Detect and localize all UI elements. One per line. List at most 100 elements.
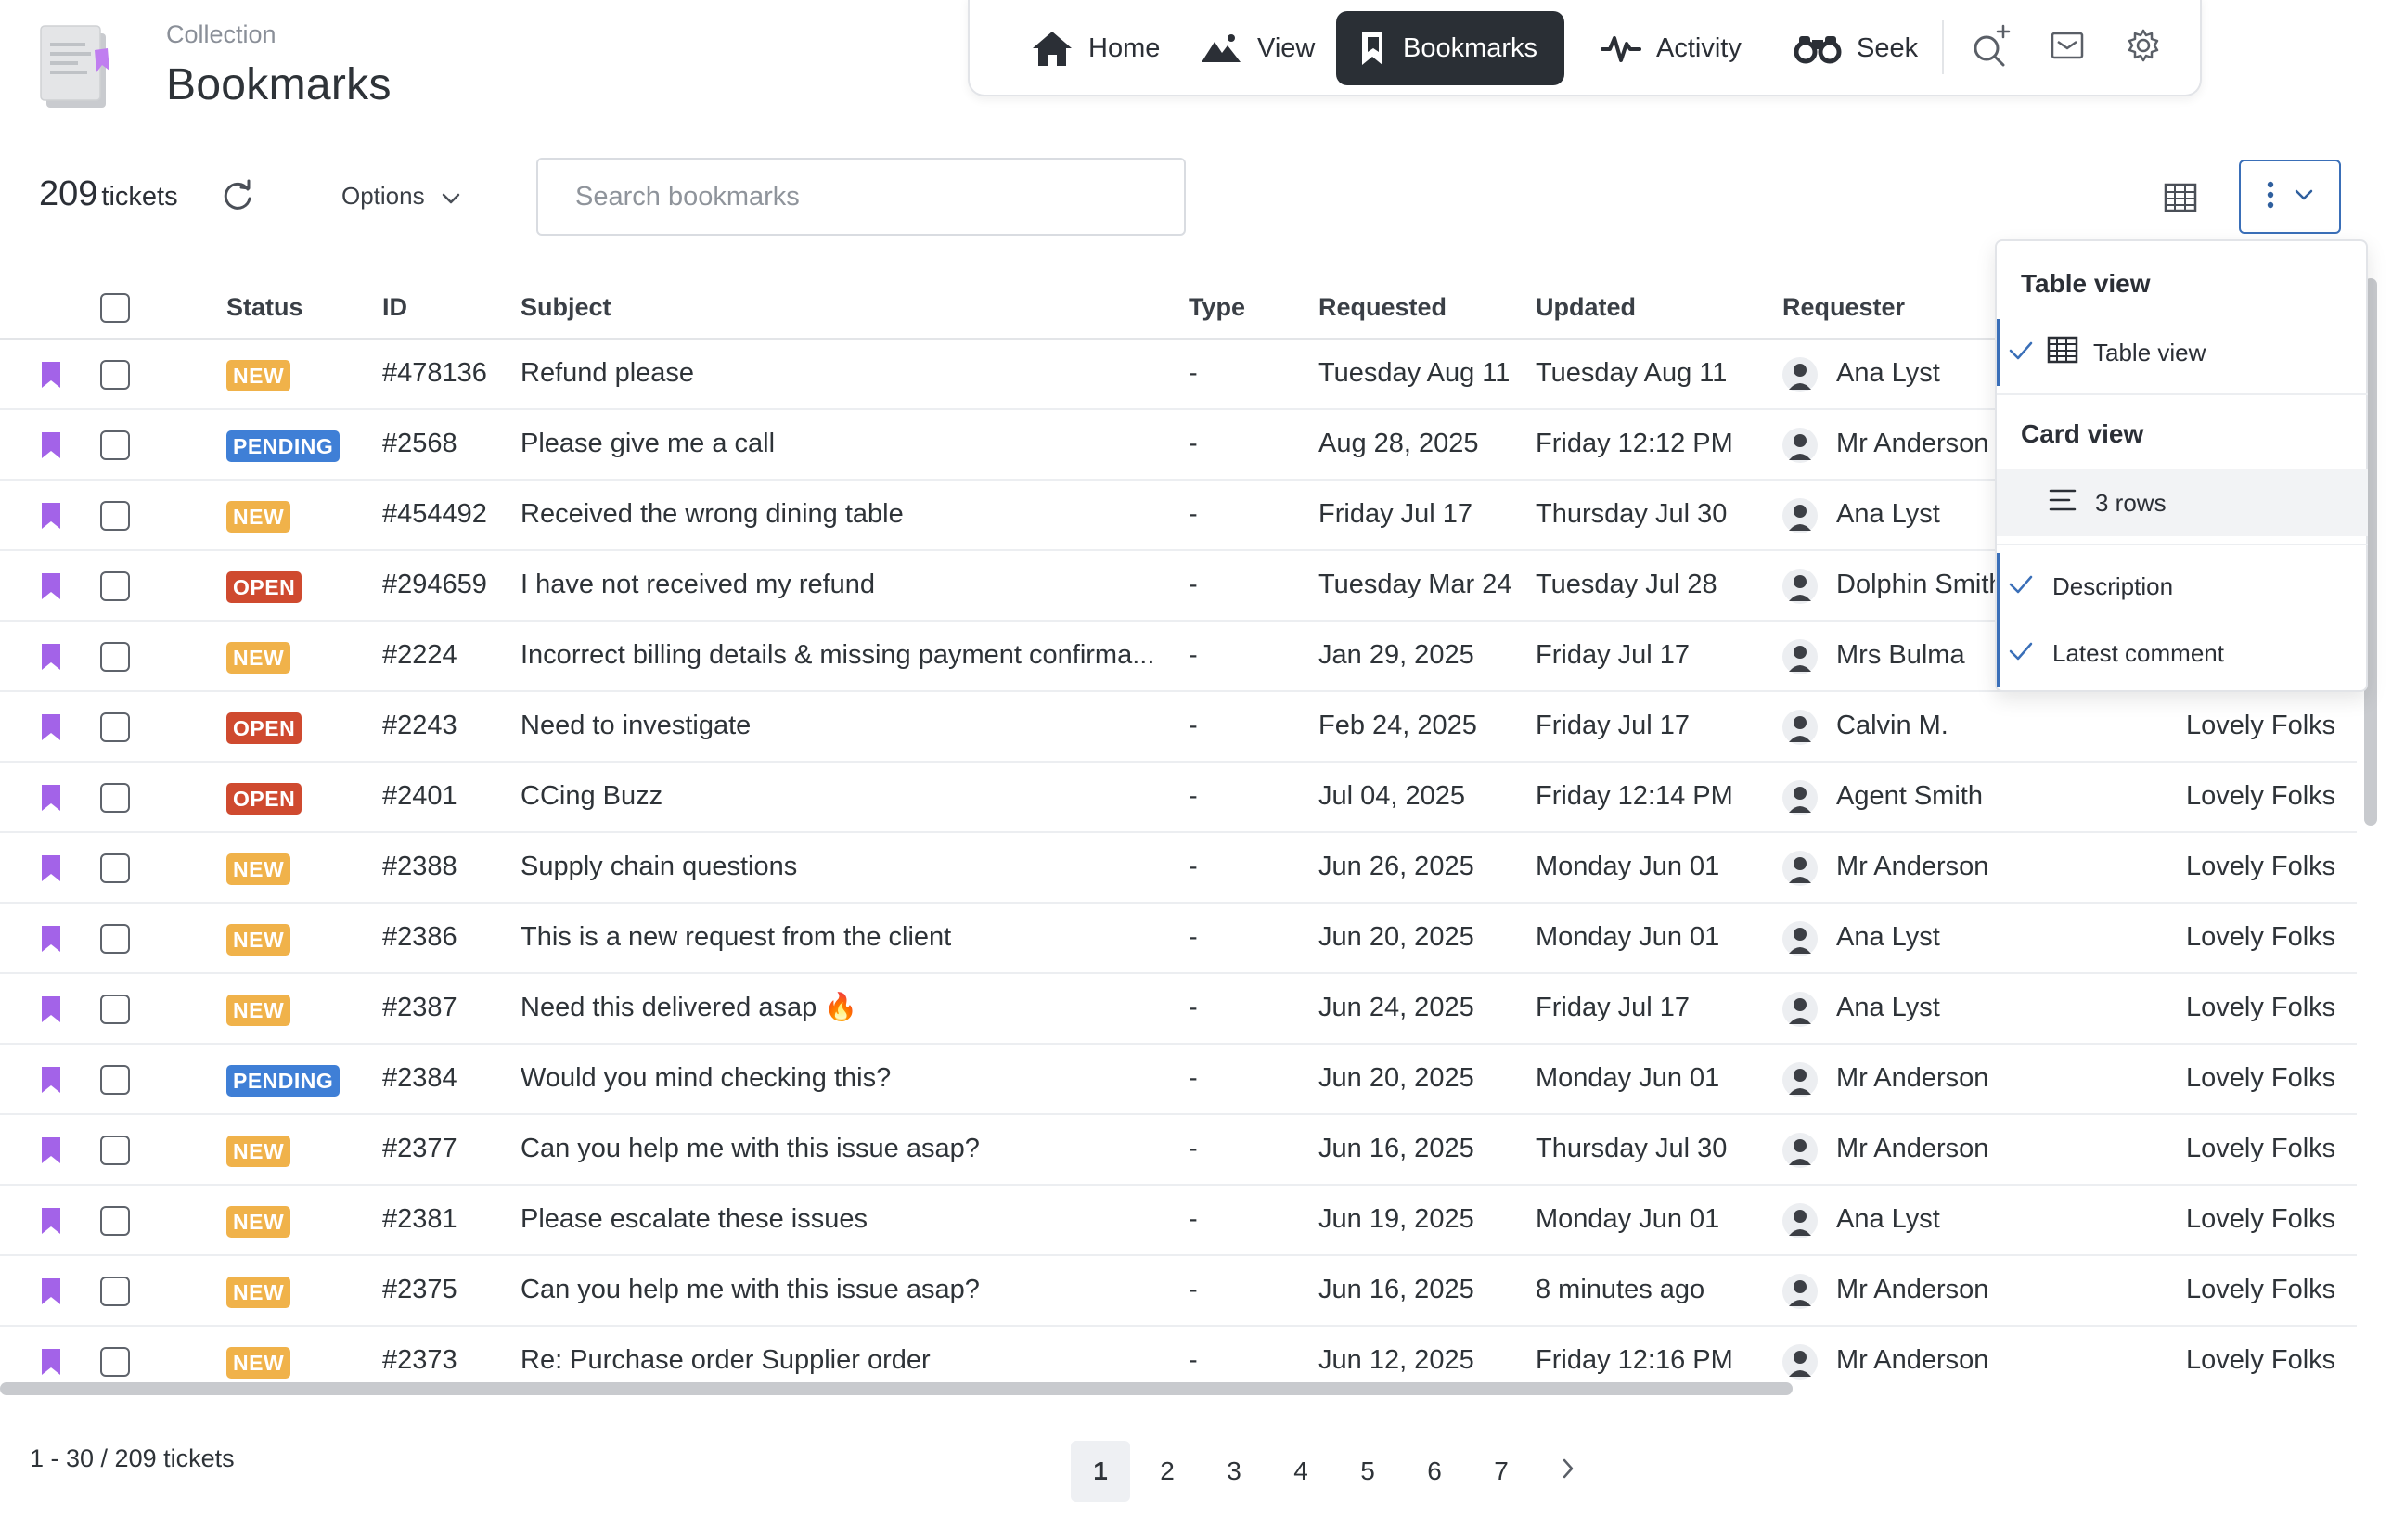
ticket-subject[interactable]: Please give me a call [521,427,775,460]
menu-item-table-view[interactable]: Table view [1997,319,2368,386]
ticket-subject[interactable]: Re: Purchase order Supplier order [521,1343,931,1377]
ticket-subject[interactable]: Supply chain questions [521,850,797,883]
ticket-subject[interactable]: CCing Buzz [521,779,662,813]
requester-name[interactable]: Dolphin Smith [1836,568,2004,601]
nav-activity[interactable]: Activity [1580,11,1762,85]
row-checkbox[interactable] [100,924,130,954]
search-input[interactable] [536,158,1186,236]
menu-item-description[interactable]: Description [1997,553,2368,620]
bookmark-icon[interactable] [40,783,62,813]
requester-name[interactable]: Mrs Bulma [1836,638,1965,672]
bookmark-icon[interactable] [40,430,62,460]
page-button-4[interactable]: 4 [1271,1441,1331,1502]
ticket-subject[interactable]: Can you help me with this issue asap? [521,1132,980,1165]
page-button-5[interactable]: 5 [1338,1441,1397,1502]
row-checkbox[interactable] [100,360,130,390]
requester-name[interactable]: Agent Smith [1836,779,1983,813]
table-row[interactable]: NEW #2375 Can you help me with this issue … [0,1256,2357,1327]
ticket-subject[interactable]: Would you mind checking this? [521,1061,891,1095]
page-button-6[interactable]: 6 [1405,1441,1464,1502]
options-dropdown[interactable]: Options [341,182,460,211]
page-button-1[interactable]: 1 [1071,1441,1130,1502]
ticket-subject[interactable]: Need this delivered asap 🔥 [521,991,857,1024]
table-row[interactable]: NEW #2388 Supply chain questions - Jun 26, 2… [0,833,2357,904]
table-row[interactable]: NEW #2381 Please escalate these issues - Jun… [0,1186,2357,1256]
bookmark-icon[interactable] [40,1206,62,1236]
requester-name[interactable]: Mr Anderson [1836,1343,1988,1377]
column-status[interactable]: Status [226,293,303,322]
nav-seek[interactable]: Seek [1773,11,1938,85]
row-checkbox[interactable] [100,783,130,813]
requester-name[interactable]: Mr Anderson [1836,850,1988,883]
bookmark-icon[interactable] [40,1347,62,1377]
view-options-button[interactable] [2239,160,2341,234]
ticket-subject[interactable]: This is a new request from the client [521,920,951,954]
column-requested[interactable]: Requested [1318,293,1447,322]
ticket-subject[interactable]: Can you help me with this issue asap? [521,1273,980,1306]
row-checkbox[interactable] [100,853,130,883]
row-checkbox[interactable] [100,1347,130,1377]
row-checkbox[interactable] [100,501,130,531]
bookmark-icon[interactable] [40,1136,62,1165]
bookmark-icon[interactable] [40,501,62,531]
bookmark-icon[interactable] [40,924,62,954]
next-page-button[interactable] [1538,1441,1598,1502]
bookmark-icon[interactable] [40,712,62,742]
table-row[interactable]: NEW #2377 Can you help me with this issue … [0,1115,2357,1186]
column-id[interactable]: ID [382,293,407,322]
settings-button[interactable] [2120,24,2167,71]
row-checkbox[interactable] [100,1277,130,1306]
bookmark-icon[interactable] [40,571,62,601]
bookmark-icon[interactable] [40,1065,62,1095]
row-checkbox[interactable] [100,995,130,1024]
page-button-3[interactable]: 3 [1204,1441,1264,1502]
menu-item-latest-comment[interactable]: Latest comment [1997,620,2368,687]
table-row[interactable]: NEW #2387 Need this delivered asap 🔥 - Jun 2… [0,974,2357,1045]
requester-name[interactable]: Ana Lyst [1836,1202,1940,1236]
nav-bookmarks[interactable]: Bookmarks [1336,11,1564,85]
row-checkbox[interactable] [100,642,130,672]
menu-item-card-rows[interactable]: 3 rows [1997,469,2368,536]
page-button-7[interactable]: 7 [1472,1441,1531,1502]
table-row[interactable]: OPEN #2401 CCing Buzz - Jul 04, 2025 Friday 1… [0,763,2357,833]
ticket-subject[interactable]: Please escalate these issues [521,1202,868,1236]
requester-name[interactable]: Ana Lyst [1836,497,1940,531]
bookmark-icon[interactable] [40,360,62,390]
requester-name[interactable]: Mr Anderson [1836,1132,1988,1165]
requester-name[interactable]: Ana Lyst [1836,356,1940,390]
requester-name[interactable]: Mr Anderson [1836,1273,1988,1306]
bookmark-icon[interactable] [40,642,62,672]
requester-name[interactable]: Ana Lyst [1836,991,1940,1024]
row-checkbox[interactable] [100,712,130,742]
bookmark-icon[interactable] [40,1277,62,1306]
bookmark-icon[interactable] [40,853,62,883]
bookmark-icon[interactable] [40,995,62,1024]
requester-name[interactable]: Mr Anderson [1836,1061,1988,1095]
inbox-button[interactable] [2044,24,2090,71]
table-layout-button[interactable] [2162,179,2199,216]
column-updated[interactable]: Updated [1536,293,1636,322]
nav-view[interactable]: View [1179,11,1335,85]
horizontal-scrollbar[interactable] [0,1382,1793,1395]
nav-home[interactable]: Home [1010,11,1180,85]
table-row[interactable]: NEW #2386 This is a new request from the c… [0,904,2357,974]
row-checkbox[interactable] [100,571,130,601]
row-checkbox[interactable] [100,430,130,460]
column-requester[interactable]: Requester [1782,293,1905,322]
refresh-button[interactable] [219,178,256,215]
ticket-subject[interactable]: Need to investigate [521,709,751,742]
table-row[interactable]: OPEN #2243 Need to investigate - Feb 24, 202… [0,692,2357,763]
row-checkbox[interactable] [100,1206,130,1236]
row-checkbox[interactable] [100,1136,130,1165]
search-plus-button[interactable] [1968,24,2014,71]
select-all-checkbox[interactable] [100,293,130,323]
table-row[interactable]: PENDING #2384 Would you mind checking this… [0,1045,2357,1115]
column-type[interactable]: Type [1189,293,1245,322]
requester-name[interactable]: Mr Anderson [1836,427,1988,460]
ticket-subject[interactable]: Incorrect billing details & missing paym… [521,638,1154,672]
requester-name[interactable]: Ana Lyst [1836,920,1940,954]
row-checkbox[interactable] [100,1065,130,1095]
ticket-subject[interactable]: Refund please [521,356,694,390]
ticket-subject[interactable]: I have not received my refund [521,568,875,601]
page-button-2[interactable]: 2 [1138,1441,1197,1502]
